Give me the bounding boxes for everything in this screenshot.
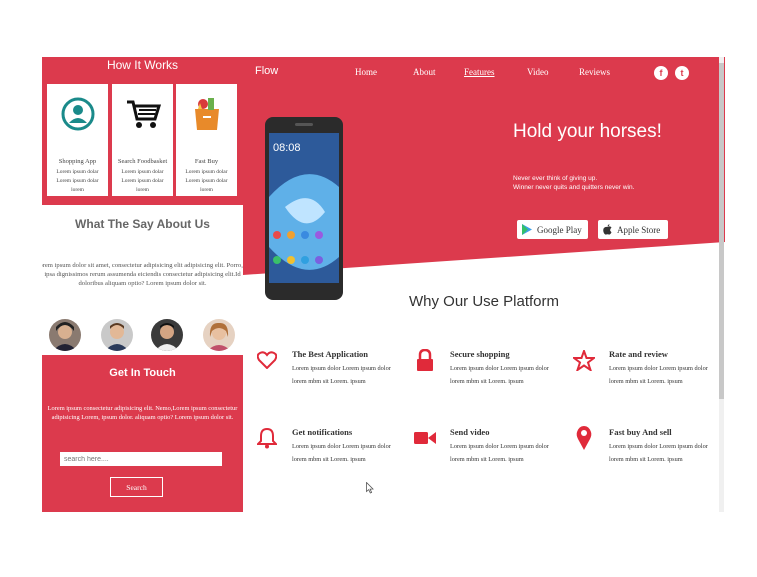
nav-features[interactable]: Features — [464, 67, 495, 77]
how-it-works-section: How It Works Shopping App Lorem ipsum do… — [42, 57, 243, 205]
card-desc: Lorem ipsum dolar Lorem ipsum dolar lore… — [56, 169, 99, 193]
feature-send-video: Send video Lorem ipsum dolor Lorem ipsum… — [414, 427, 564, 467]
facebook-icon[interactable]: f — [654, 66, 668, 80]
avatar — [203, 319, 235, 351]
apple-store-button[interactable]: Apple Store — [598, 220, 668, 239]
user-circle-icon — [47, 94, 108, 134]
feature-desc: Lorem ipsum dolor Lorem ipsum dolor lore… — [292, 365, 391, 385]
feature-title: The Best Application — [292, 349, 369, 359]
why-title: Why Our Use Platform — [408, 293, 560, 310]
feature-rate-and-review: Rate and review Lorem ipsum dolor Lorem … — [573, 349, 723, 389]
heart-icon — [256, 349, 278, 371]
testimonials-title: What The Say About Us — [75, 217, 210, 231]
star-icon — [573, 349, 595, 371]
google-play-label: Google Play — [537, 224, 582, 235]
avatar — [151, 319, 183, 351]
apple-icon — [603, 224, 612, 235]
grocery-bag-icon — [176, 94, 237, 134]
search-input[interactable] — [60, 452, 222, 466]
left-column: How It Works Shopping App Lorem ipsum do… — [42, 57, 250, 512]
card-desc: Lorem ipsum dolar Lorem ipsum dolar lore… — [121, 169, 164, 193]
search-button[interactable]: Search — [110, 477, 163, 497]
hero-subtitle: Never ever think of giving up. Winner ne… — [513, 174, 693, 192]
feature-desc: Lorem ipsum dolor Lorem ipsum dolor lore… — [609, 443, 708, 463]
avatar — [49, 319, 81, 351]
card-fast-buy[interactable]: Fast Buy Lorem ipsum dolar Lorem ipsum d… — [176, 84, 237, 196]
brand-logo[interactable]: Flow — [255, 65, 278, 77]
cart-icon — [112, 94, 173, 134]
hero-subtitle-line: Never ever think of giving up. — [513, 175, 598, 182]
feature-fast-buy-and-sell: Fast buy And sell Lorem ipsum dolor Lore… — [573, 426, 723, 467]
twitter-icon[interactable]: t — [675, 66, 689, 80]
feature-get-notifications: Get notifications Lorem ipsum dolor Lore… — [256, 427, 406, 467]
contact-section: Get In Touch Lorem ipsum consectetur adi… — [42, 355, 243, 512]
card-title: Search Foodbasket — [117, 158, 168, 165]
phone-mockup-image: 08:08 — [265, 117, 343, 300]
feature-desc: Lorem ipsum dolor Lorem ipsum dolor lore… — [450, 443, 549, 463]
feature-desc: Lorem ipsum dolor Lorem ipsum dolor lore… — [292, 443, 391, 463]
phone-clock: 08:08 — [273, 142, 301, 154]
hero-panel: Flow Home About Features Video Reviews f… — [243, 57, 725, 512]
google-play-button[interactable]: Google Play — [517, 220, 588, 239]
card-title: Fast Buy — [194, 158, 219, 165]
card-title: Shopping App — [58, 158, 97, 165]
lock-icon — [414, 349, 436, 371]
mouse-cursor-icon — [366, 482, 374, 494]
card-search-foodbasket[interactable]: Search Foodbasket Lorem ipsum dolar Lore… — [112, 84, 173, 196]
how-it-works-title: How It Works — [106, 58, 179, 72]
location-pin-icon — [573, 426, 595, 450]
feature-secure-shopping: Secure shopping Lorem ipsum dolor Lorem … — [414, 349, 564, 389]
feature-title: Get notifications — [292, 427, 353, 437]
nav-video[interactable]: Video — [527, 67, 548, 77]
apple-store-label: Apple Store — [617, 224, 661, 235]
nav-home[interactable]: Home — [355, 67, 377, 77]
card-shopping-app[interactable]: Shopping App Lorem ipsum dolar Lorem ips… — [47, 84, 108, 196]
avatar — [101, 319, 133, 351]
feature-title: Secure shopping — [450, 349, 510, 359]
feature-best-application: The Best Application Lorem ipsum dolor L… — [256, 349, 406, 389]
feature-desc: Lorem ipsum dolor Lorem ipsum dolor lore… — [450, 365, 549, 385]
webpage-frame: How It Works Shopping App Lorem ipsum do… — [42, 57, 725, 512]
nav-about[interactable]: About — [413, 67, 436, 77]
contact-text: Lorem ipsum consectetur adipisicing elit… — [47, 405, 238, 421]
feature-title: Rate and review — [609, 349, 668, 359]
feature-title: Send video — [450, 427, 490, 437]
hero-title: Hold your horses! — [513, 121, 662, 142]
nav-reviews[interactable]: Reviews — [579, 67, 610, 77]
scrollbar[interactable] — [719, 57, 724, 512]
contact-title: Get In Touch — [109, 367, 176, 379]
hero-subtitle-line: Winner never quits and quitters never wi… — [513, 184, 635, 191]
bell-icon — [256, 427, 278, 449]
feature-desc: Lorem ipsum dolor Lorem ipsum dolor lore… — [609, 365, 708, 385]
video-camera-icon — [414, 427, 436, 449]
scrollbar-thumb[interactable] — [719, 63, 724, 399]
feature-title: Fast buy And sell — [609, 427, 672, 437]
card-desc: Lorem ipsum dolar Lorem ipsum dolar lore… — [185, 169, 228, 193]
testimonials-text: Lorem ipsum dolor sit amet, consectetur … — [42, 262, 250, 287]
play-store-icon — [522, 224, 532, 235]
